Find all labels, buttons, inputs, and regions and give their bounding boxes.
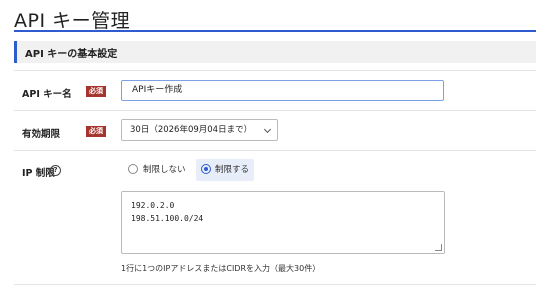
required-badge: 必須 [86, 86, 106, 97]
required-badge: 必須 [86, 126, 106, 137]
radio-checked-icon [201, 164, 211, 174]
radio-restrict[interactable]: 制限する [196, 159, 254, 181]
row-divider [14, 284, 536, 285]
section-title: API キーの基本設定 [25, 49, 118, 60]
expiry-selected-value: 30日（2026年09月04日まで） [130, 125, 253, 135]
expiry-label: 有効期限 [22, 129, 61, 140]
radio-no-restriction[interactable]: 制限しない [121, 159, 191, 181]
ip-address-line: 198.51.100.0/24 [131, 214, 204, 223]
section-header: API キーの基本設定 [14, 41, 536, 63]
api-key-name-label: API キー名 [22, 89, 72, 100]
title-underline [14, 30, 536, 32]
radio-label: 制限しない [143, 165, 186, 175]
resize-grip-icon[interactable] [435, 244, 442, 251]
row-divider [14, 150, 536, 151]
chevron-down-icon [263, 125, 272, 134]
radio-circle-icon [128, 164, 138, 174]
ip-address-line: 192.0.2.0 [131, 201, 175, 210]
api-key-name-input[interactable]: APIキー作成 [121, 80, 444, 101]
ip-address-textarea[interactable]: 192.0.2.0 198.51.100.0/24 [121, 191, 445, 254]
page-title: API キー管理 [14, 10, 131, 32]
row-divider [14, 110, 536, 111]
help-icon[interactable]: ? [50, 165, 61, 176]
ip-input-hint: 1行に1つのIPアドレスまたはCIDRを入力（最大30件） [121, 264, 321, 273]
row-divider [14, 70, 536, 71]
radio-label: 制限する [215, 165, 250, 175]
expiry-select[interactable]: 30日（2026年09月04日まで） [121, 119, 278, 141]
